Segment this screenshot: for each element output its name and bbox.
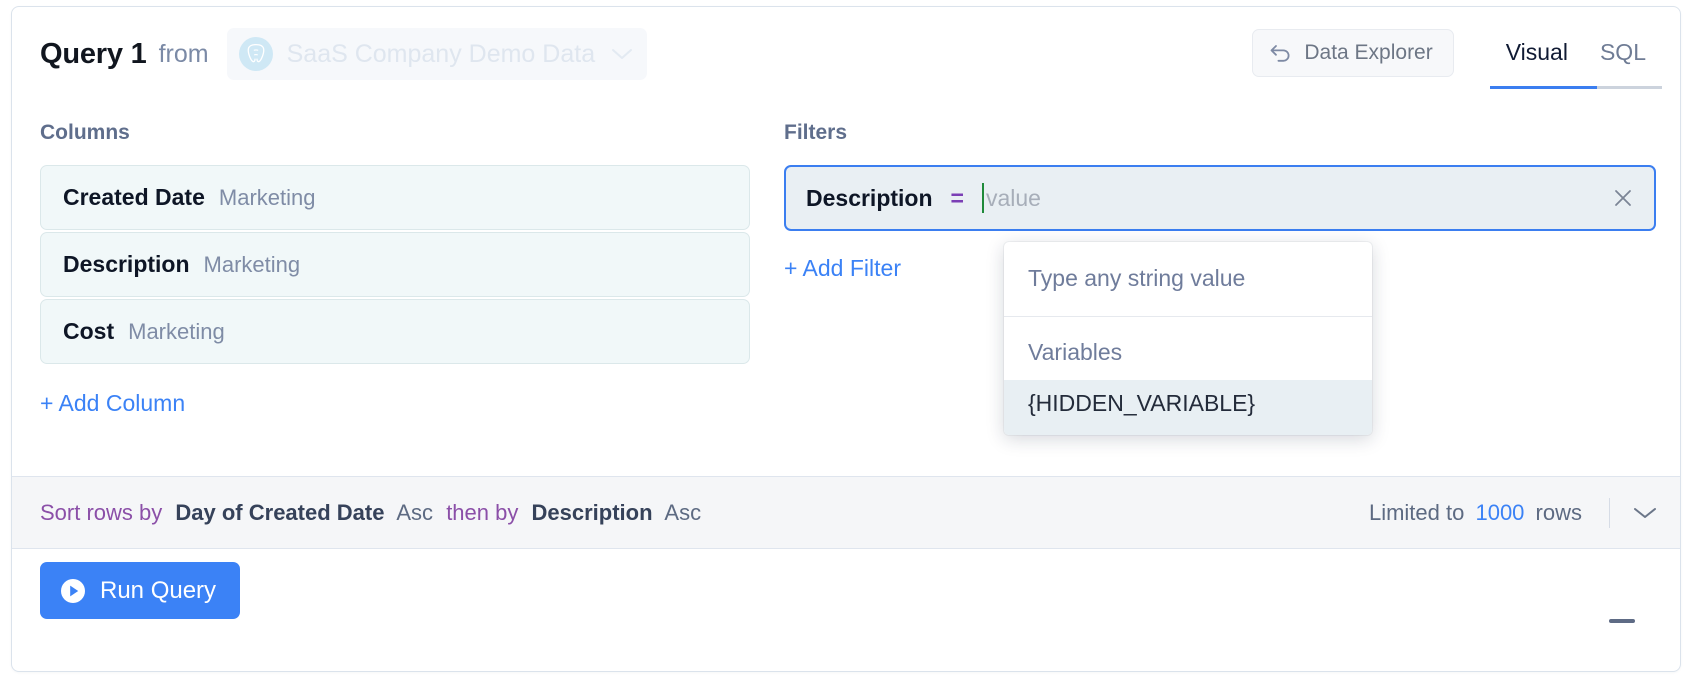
column-name: Description [63, 251, 190, 277]
columns-section: Columns Created Date Marketing Descripti… [40, 121, 750, 417]
play-circle-icon [60, 578, 86, 604]
column-chip[interactable]: Cost Marketing [40, 299, 750, 364]
query-body: Columns Created Date Marketing Descripti… [12, 99, 1680, 476]
datasource-name: SaaS Company Demo Data [286, 39, 596, 68]
postgres-elephant-icon [238, 37, 273, 71]
filter-value-placeholder: value [985, 184, 1041, 211]
back-arrow-icon [1269, 43, 1293, 63]
header-actions: Data Explorer Visual SQL [1252, 29, 1662, 89]
run-query-label: Run Query [100, 576, 217, 604]
filter-chip[interactable]: Description = value [784, 165, 1656, 231]
minus-icon[interactable] [1609, 619, 1635, 623]
text-cursor [981, 183, 984, 213]
dropdown-option-hidden-variable[interactable]: {HIDDEN_VARIABLE} [1004, 380, 1372, 435]
column-source: Marketing [128, 318, 225, 344]
query-card: Query 1 from SaaS Company Demo Data Data… [11, 6, 1681, 672]
row-limit-prefix: Limited to [1368, 499, 1465, 525]
from-label: from [158, 39, 209, 68]
dropdown-group-label: Variables [1028, 339, 1123, 365]
tab-sql[interactable]: SQL [1584, 29, 1662, 82]
close-icon[interactable] [1612, 187, 1634, 209]
dropdown-hint: Type any string value [1004, 242, 1372, 317]
divider [1609, 497, 1610, 528]
tab-underline-active [1489, 86, 1597, 89]
query-builder-screen: Query 1 from SaaS Company Demo Data Data… [0, 0, 1694, 688]
column-chip[interactable]: Created Date Marketing [40, 165, 750, 230]
datasource-selector[interactable]: SaaS Company Demo Data [226, 28, 648, 80]
row-limit-value[interactable]: 1000 [1475, 500, 1524, 525]
filter-field-name[interactable]: Description [806, 185, 933, 212]
sort-first-direction: Asc [396, 499, 434, 525]
sort-first-field: Day of Created Date [175, 499, 385, 525]
row-limit-text: Limited to 1000 rows [1369, 500, 1587, 526]
column-source: Marketing [218, 184, 316, 210]
tab-visual[interactable]: Visual [1490, 29, 1584, 82]
columns-section-label: Columns [40, 121, 130, 144]
column-chip[interactable]: Description Marketing [40, 232, 750, 297]
run-query-button[interactable]: Run Query [40, 562, 241, 619]
sort-second-field: Description [531, 499, 653, 525]
sort-limit-bar: Sort rows by Day of Created Date Asc the… [12, 476, 1680, 549]
add-column-button[interactable]: + Add Column [40, 390, 185, 417]
filter-value-input[interactable]: value [981, 180, 1600, 216]
column-source: Marketing [203, 251, 301, 277]
row-limit-control[interactable]: Limited to 1000 rows [1369, 497, 1658, 528]
page-title: Query 1 [40, 37, 147, 70]
filter-operator[interactable]: = [951, 185, 964, 212]
sort-prefix: Sort rows by [40, 499, 163, 525]
sort-conjunction: then by [446, 499, 519, 525]
sort-summary[interactable]: Sort rows by Day of Created Date Asc the… [40, 500, 708, 526]
chevron-down-icon [611, 47, 633, 61]
add-filter-button[interactable]: + Add Filter [784, 255, 901, 282]
data-explorer-button[interactable]: Data Explorer [1252, 29, 1454, 77]
data-explorer-label: Data Explorer [1304, 41, 1433, 64]
chevron-down-icon[interactable] [1632, 505, 1658, 521]
column-name: Cost [63, 318, 115, 344]
filters-section-label: Filters [784, 121, 848, 144]
filter-value-dropdown: Type any string value Variables {HIDDEN_… [1004, 242, 1372, 435]
column-name: Created Date [63, 184, 205, 210]
sort-second-direction: Asc [664, 499, 702, 525]
query-title-area: Query 1 from SaaS Company Demo Data [40, 28, 648, 80]
run-bar: Run Query [12, 549, 1680, 672]
view-mode-tabs: Visual SQL [1489, 29, 1662, 89]
query-header: Query 1 from SaaS Company Demo Data Data… [12, 7, 1680, 99]
row-limit-suffix: rows [1535, 499, 1582, 525]
